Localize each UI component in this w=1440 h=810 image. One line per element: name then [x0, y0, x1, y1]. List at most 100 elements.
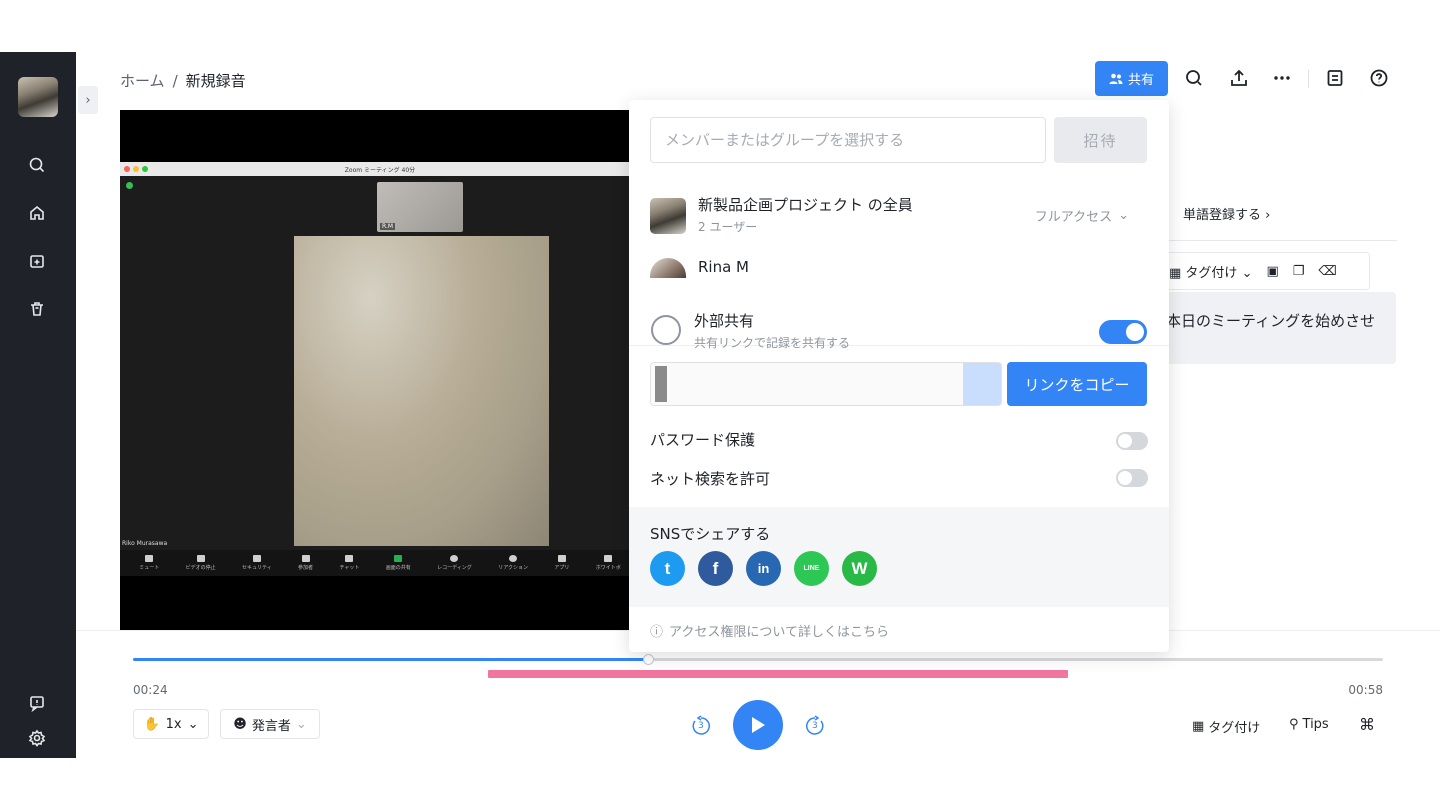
notes-icon[interactable]: [1323, 66, 1347, 90]
password-protect-label: パスワード保護: [650, 431, 756, 449]
search-icon[interactable]: [26, 154, 48, 176]
speaker-filter-select[interactable]: ☻ 発言者 ⌄: [220, 709, 320, 739]
current-time: 00:24: [133, 683, 168, 697]
member-row: 新製品企画プロジェクト の全員 2 ユーザー フルアクセス ⌄: [650, 194, 1147, 238]
rewind-button[interactable]: 3: [689, 714, 713, 738]
tag-icon: ▦: [1192, 719, 1205, 734]
invite-button[interactable]: 招待: [1054, 117, 1147, 163]
help-icon[interactable]: [1367, 66, 1391, 90]
trash-icon[interactable]: [26, 298, 48, 320]
tag-icon: ▦: [1169, 265, 1186, 281]
users-icon: [1109, 73, 1123, 84]
home-icon[interactable]: [26, 202, 48, 224]
external-share-toggle[interactable]: [1099, 320, 1147, 344]
allow-search-toggle[interactable]: [1116, 469, 1148, 487]
feedback-icon[interactable]: [26, 692, 48, 714]
export-icon[interactable]: [1227, 66, 1251, 90]
transcript-text: 本日のミーティングを始めさせ: [1166, 312, 1376, 330]
zoom-meeting-view: R.M Riko Murasawa: [120, 176, 640, 576]
chevron-down-icon: ⌄: [187, 716, 199, 732]
search-transcript-icon[interactable]: [1182, 66, 1206, 90]
folder-icon[interactable]: [26, 250, 48, 272]
share-button-label: 共有: [1127, 73, 1154, 88]
forward-button[interactable]: 3: [803, 714, 827, 738]
play-icon: [752, 717, 765, 733]
zoom-tool-3: 参加者: [298, 555, 313, 571]
forward-seconds: 3: [812, 721, 818, 731]
zoom-titlebar: Zoom ミーティング 40分: [120, 162, 640, 176]
share-link-field[interactable]: [650, 362, 1002, 406]
whatsapp-icon[interactable]: W: [842, 551, 877, 586]
breadcrumb-home[interactable]: ホーム: [120, 70, 165, 91]
expand-sidebar-button[interactable]: ›: [78, 86, 98, 114]
header-divider: [1308, 70, 1309, 88]
zoom-tool-9: ホワイトボ: [596, 555, 621, 571]
zoom-tool-2: セキュリティ: [242, 555, 272, 571]
permission-select[interactable]: フルアクセス ⌄: [1035, 206, 1129, 225]
group-avatar: [650, 198, 686, 234]
zoom-tool-1: ビデオの停止: [186, 555, 216, 571]
tag-dropdown[interactable]: ▦ タグ付け ⌄: [1169, 262, 1252, 281]
line-icon[interactable]: LINE: [794, 551, 829, 586]
password-protect-toggle[interactable]: [1116, 432, 1148, 450]
breadcrumb: ホーム / 新規録音: [120, 70, 246, 91]
share-button[interactable]: 共有: [1095, 61, 1168, 96]
play-button[interactable]: [733, 700, 783, 750]
window-controls: [124, 166, 148, 172]
sns-share-section: SNSでシェアする t f in LINE W: [629, 507, 1169, 607]
help-icon: ⓘ: [650, 625, 664, 640]
workspace-avatar[interactable]: [18, 77, 58, 117]
speaker-video: [294, 236, 549, 546]
zoom-tool-7: リアクション: [498, 555, 528, 571]
shortcut-icon[interactable]: ⌘: [1359, 715, 1375, 734]
breadcrumb-separator: /: [172, 71, 178, 90]
access-help-link[interactable]: ⓘ アクセス権限について詳しくはこちら: [650, 621, 889, 640]
linkedin-icon[interactable]: in: [746, 551, 781, 586]
twitter-icon[interactable]: t: [650, 551, 685, 586]
settings-icon[interactable]: [26, 727, 48, 749]
allow-search-label: ネット検索を許可: [650, 470, 771, 488]
invite-member-input[interactable]: [650, 117, 1046, 163]
playback-speed-select[interactable]: ✋ 1x ⌄: [133, 709, 209, 739]
word-register-link[interactable]: 単語登録する ›: [1183, 204, 1270, 223]
breadcrumb-current: 新規録音: [185, 72, 246, 90]
speed-value: 1x: [165, 716, 182, 732]
globe-icon: [651, 315, 681, 345]
delete-icon[interactable]: ⌫: [1318, 264, 1336, 279]
video-player[interactable]: Zoom ミーティング 40分 R.M Riko Murasawa ミュート ビ…: [120, 110, 640, 630]
tips-button[interactable]: ⚲ Tips: [1289, 717, 1329, 732]
rewind-seconds: 3: [698, 721, 704, 731]
zoom-title: Zoom ミーティング 40分: [344, 166, 416, 174]
sns-icons: t f in LINE W: [650, 551, 877, 586]
transcript-paragraph[interactable]: 本日のミーティングを始めさせ: [1160, 292, 1396, 364]
external-share-subtitle: 共有リンクで記録を共有する: [694, 336, 851, 350]
tag-button[interactable]: ▦ タグ付け: [1192, 717, 1260, 736]
copy-link-button[interactable]: リンクをコピー: [1007, 362, 1147, 406]
member-row: Rina M: [650, 258, 1147, 302]
share-popover: 招待 新製品企画プロジェクト の全員 2 ユーザー フルアクセス ⌄ Rina …: [629, 100, 1169, 652]
total-time: 00:58: [1348, 683, 1383, 697]
speaker-timeline-segment: [488, 670, 1068, 678]
zoom-tool-0: ミュート: [139, 555, 159, 571]
participant-thumbnail: R.M: [377, 182, 463, 232]
progress-handle[interactable]: [643, 654, 654, 665]
lightbulb-icon: ⚲: [1289, 717, 1299, 732]
chevron-right-icon: ›: [85, 92, 91, 108]
chevron-down-icon: ⌄: [1118, 208, 1129, 223]
user-avatar: [650, 258, 686, 278]
people-icon: ☻: [233, 716, 247, 732]
member-count: 2 ユーザー: [698, 220, 758, 234]
member-name: Rina M: [698, 258, 749, 276]
hand-icon: ✋: [143, 716, 160, 732]
copy-icon[interactable]: ❐: [1293, 264, 1305, 279]
facebook-icon[interactable]: f: [698, 551, 733, 586]
participant-name: Riko Murasawa: [122, 540, 168, 547]
image-icon[interactable]: ▣: [1266, 264, 1278, 279]
transcript-toolbar: ▦ タグ付け ⌄ ▣ ❐ ⌫: [1160, 252, 1370, 290]
progress-track[interactable]: [133, 654, 1383, 665]
zoom-tool-4: チャット: [339, 555, 359, 571]
more-icon[interactable]: [1270, 66, 1294, 90]
chevron-down-icon: ⌄: [295, 716, 307, 732]
app-window: › ホーム / 新規録音 共有 Zoom ミーティング 40分 R.M Riko…: [0, 52, 1440, 758]
right-panel-divider: [1168, 240, 1397, 241]
